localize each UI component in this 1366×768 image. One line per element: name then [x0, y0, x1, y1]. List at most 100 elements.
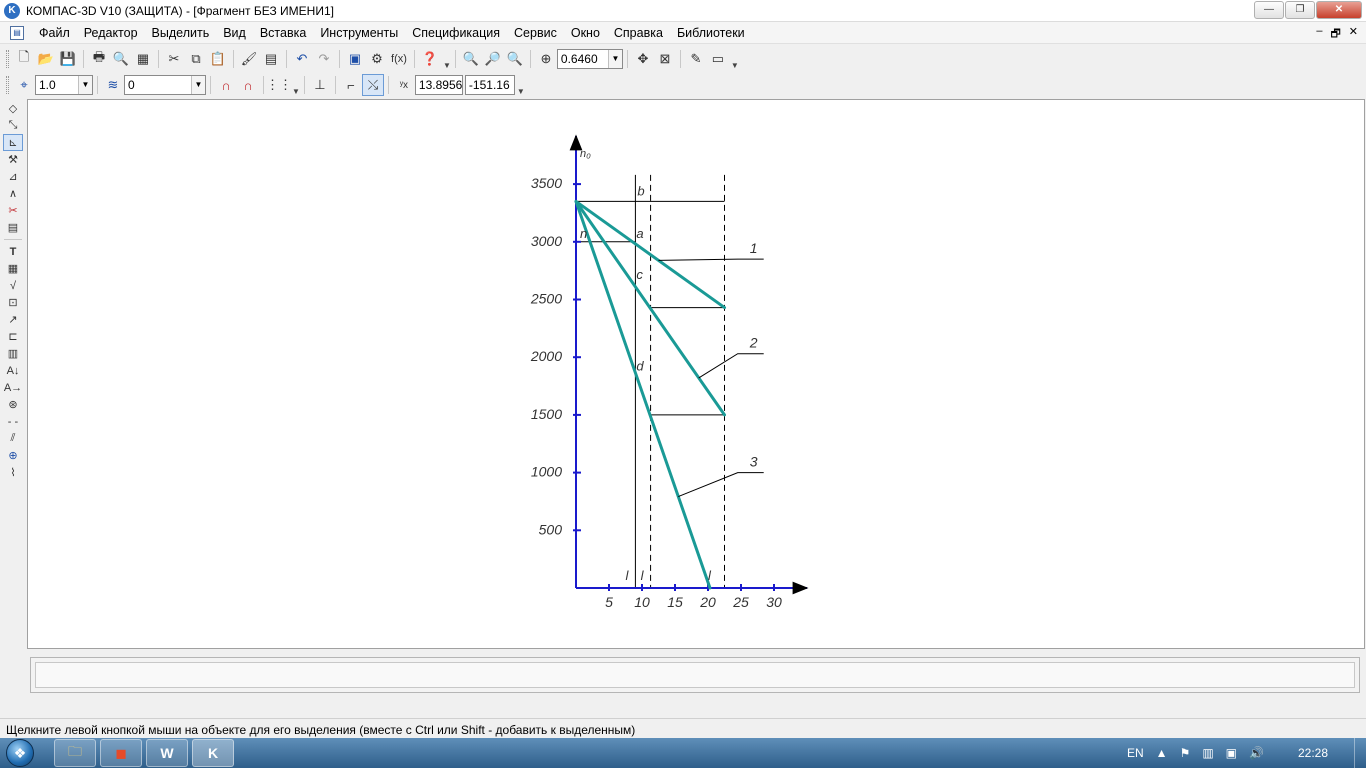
- print-preview-icon[interactable]: 🔍: [110, 48, 132, 70]
- local-snap-icon[interactable]: ∩: [237, 74, 259, 96]
- volume-icon[interactable]: 🔊: [1249, 746, 1264, 760]
- grid-icon[interactable]: ⋮⋮: [266, 74, 292, 96]
- show-all-icon[interactable]: ⊠: [654, 48, 676, 70]
- center-mark-icon[interactable]: ⊕: [3, 447, 23, 464]
- editing-icon[interactable]: ⚒: [3, 151, 23, 168]
- chevron-down-icon[interactable]: ▼: [78, 76, 92, 94]
- taskbar-explorer-icon[interactable]: 🗀: [54, 739, 96, 767]
- menu-libraries[interactable]: Библиотеки: [670, 26, 752, 40]
- parameterization-icon[interactable]: ⊿: [3, 168, 23, 185]
- notation-icon[interactable]: ⊾: [3, 134, 23, 151]
- coord-y-field[interactable]: -151.16: [464, 75, 515, 95]
- language-indicator[interactable]: EN: [1127, 746, 1144, 760]
- kompas-app-icon[interactable]: K: [4, 2, 20, 19]
- document-icon[interactable]: ▤: [10, 25, 24, 40]
- taskbar-kompas-icon[interactable]: K: [192, 739, 234, 767]
- network-icon[interactable]: ▥: [1202, 746, 1213, 760]
- menu-select[interactable]: Выделить: [145, 26, 217, 40]
- menu-view[interactable]: Вид: [216, 26, 253, 40]
- section-line-icon[interactable]: A→: [3, 379, 23, 396]
- toolbar-overflow-icon[interactable]: ▼: [731, 61, 739, 70]
- device-icon[interactable]: ▣: [1226, 746, 1237, 760]
- chevron-down-icon[interactable]: ▼: [292, 87, 300, 96]
- variables-fx-icon[interactable]: f(x): [388, 48, 410, 70]
- doc-minimize-button[interactable]: –: [1316, 25, 1322, 44]
- zoom-in-icon[interactable]: 🔍: [460, 48, 482, 70]
- base-icon[interactable]: ⊡: [3, 294, 23, 311]
- redo-icon[interactable]: ↷: [313, 48, 335, 70]
- doc-restore-button[interactable]: 🗗: [1330, 25, 1340, 44]
- paste-icon[interactable]: 📋: [207, 48, 229, 70]
- properties-icon[interactable]: ▤: [260, 48, 282, 70]
- step-combo[interactable]: 1.0 ▼: [35, 75, 93, 95]
- coordinates-xy-icon[interactable]: ʸx: [393, 74, 415, 96]
- menu-service[interactable]: Сервис: [507, 26, 564, 40]
- position-leader-icon[interactable]: ⊏: [3, 328, 23, 345]
- maximize-button[interactable]: ❐: [1285, 1, 1315, 19]
- page-setup-icon[interactable]: ▦: [132, 48, 154, 70]
- clock[interactable]: 22:28: [1298, 746, 1328, 760]
- axis-line-icon[interactable]: - -: [3, 413, 23, 430]
- selection-icon[interactable]: ✂: [3, 202, 23, 219]
- menu-specification[interactable]: Спецификация: [405, 26, 507, 40]
- undo-icon[interactable]: ↶: [291, 48, 313, 70]
- menu-file[interactable]: Файл: [32, 26, 77, 40]
- chevron-down-icon[interactable]: ▼: [191, 76, 205, 94]
- zoom-out-icon[interactable]: 🔍: [504, 48, 526, 70]
- menu-tools[interactable]: Инструменты: [313, 26, 405, 40]
- text-tool-icon[interactable]: T: [3, 243, 23, 260]
- table-tool-icon[interactable]: ▦: [3, 260, 23, 277]
- view-arrow-icon[interactable]: A↓: [3, 362, 23, 379]
- print-icon[interactable]: 🖶: [88, 48, 110, 70]
- ortho-mode-icon[interactable]: ⌐: [340, 74, 362, 96]
- local-cs-icon[interactable]: ⊥: [309, 74, 331, 96]
- taskbar-word-icon[interactable]: W: [146, 739, 188, 767]
- show-desktop-button[interactable]: [1354, 738, 1366, 768]
- close-button[interactable]: ✕: [1316, 1, 1362, 19]
- manager-icon[interactable]: ▣: [344, 48, 366, 70]
- toolbar-overflow-icon[interactable]: ▼: [443, 61, 451, 70]
- action-center-flag-icon[interactable]: ⚑: [1180, 746, 1191, 760]
- cut-icon[interactable]: ✂: [163, 48, 185, 70]
- layers-icon[interactable]: ≋: [102, 74, 124, 96]
- dimensions-icon[interactable]: ⤡: [3, 117, 23, 134]
- layout-icon[interactable]: ▭: [707, 48, 729, 70]
- zoom-combo[interactable]: 0.6460 ▼: [556, 49, 623, 69]
- parametric-mode-icon[interactable]: ⤯: [361, 74, 384, 96]
- zoom-frame-icon[interactable]: 🔎: [482, 48, 504, 70]
- tolerance-icon[interactable]: ▥: [3, 345, 23, 362]
- refresh-image-icon[interactable]: ✎: [685, 48, 707, 70]
- menu-insert[interactable]: Вставка: [253, 26, 313, 40]
- menu-editor[interactable]: Редактор: [77, 26, 145, 40]
- toolbar-grip[interactable]: [6, 76, 9, 94]
- pan-icon[interactable]: ✥: [632, 48, 654, 70]
- toolbar-grip[interactable]: [6, 50, 9, 68]
- hatch-icon[interactable]: ⫽: [3, 430, 23, 447]
- toolbar-overflow-icon[interactable]: ▼: [517, 87, 525, 96]
- cursor-step-icon[interactable]: ⌖: [13, 74, 35, 96]
- copy-properties-icon[interactable]: 🖌: [238, 48, 260, 70]
- drawing-canvas[interactable]: 3500 3000 2500 2000 1500 1000 500 5 10 15 20 25 30 1 2…: [27, 99, 1365, 649]
- minimize-button[interactable]: —: [1254, 1, 1284, 19]
- copy-icon[interactable]: ⧉: [185, 48, 207, 70]
- layer-combo[interactable]: 0 ▼: [124, 75, 206, 95]
- libraries-icon[interactable]: ⚙: [366, 48, 388, 70]
- spec-icon[interactable]: ▤: [3, 219, 23, 236]
- measurement-icon[interactable]: ∧: [3, 185, 23, 202]
- menu-help[interactable]: Справка: [607, 26, 670, 40]
- geometry-icon[interactable]: ◇: [3, 100, 23, 117]
- break-line-icon[interactable]: ⌇: [3, 464, 23, 481]
- wave-line-icon[interactable]: ⊛: [3, 396, 23, 413]
- tray-expand-icon[interactable]: ▲: [1156, 746, 1168, 760]
- doc-close-button[interactable]: ✕: [1349, 25, 1358, 44]
- new-document-icon[interactable]: 🗋: [13, 48, 35, 70]
- context-help-icon[interactable]: ❓: [419, 48, 441, 70]
- start-button[interactable]: ❖: [0, 738, 40, 768]
- save-icon[interactable]: 💾: [57, 48, 79, 70]
- taskbar-app-red-icon[interactable]: ◼: [100, 739, 142, 767]
- zoom-scale-icon[interactable]: ⊕: [535, 48, 557, 70]
- chevron-down-icon[interactable]: ▼: [607, 50, 622, 68]
- leader-icon[interactable]: ↗: [3, 311, 23, 328]
- snap-magnet-icon[interactable]: ∩: [215, 74, 237, 96]
- roughness-icon[interactable]: √: [3, 277, 23, 294]
